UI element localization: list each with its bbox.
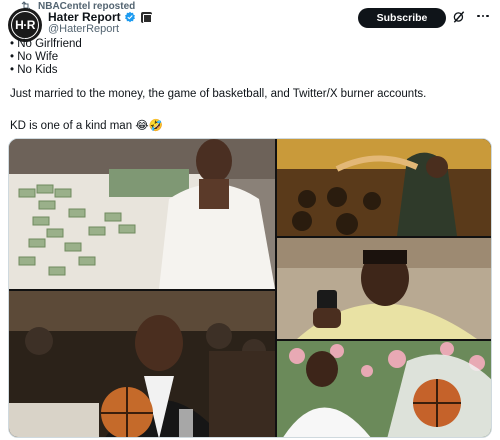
affiliate-badge-icon (140, 11, 152, 23)
avatar-logo: H·R (11, 11, 39, 39)
avatar[interactable]: H·R (8, 8, 42, 42)
author-name-row: Hater Report (48, 10, 152, 24)
photo-phone[interactable] (277, 238, 491, 339)
media-grid (8, 138, 492, 438)
post-closing-line: KD is one of a kind man 😂🤣 (10, 120, 164, 132)
bullet-item: • No Girlfriend (10, 38, 82, 50)
photo-bed-money[interactable] (9, 139, 275, 289)
display-name[interactable]: Hater Report (48, 10, 121, 24)
verified-badge-icon (124, 11, 135, 23)
photo-crowd[interactable] (277, 139, 491, 236)
more-options-icon[interactable] (474, 9, 492, 23)
author-handle[interactable]: @HaterReport (48, 23, 119, 35)
photo-wedding[interactable] (277, 341, 491, 437)
bullet-item: • No Wife (10, 51, 59, 63)
post-bullet-list: • No Girlfriend • No Wife • No Kids (10, 38, 82, 77)
post-paragraph: Just married to the money, the game of b… (10, 88, 427, 100)
subscribe-button[interactable]: Subscribe (358, 8, 446, 28)
grok-icon[interactable] (452, 10, 466, 24)
bullet-item: • No Kids (10, 64, 58, 76)
photo-dinner[interactable] (9, 291, 275, 437)
